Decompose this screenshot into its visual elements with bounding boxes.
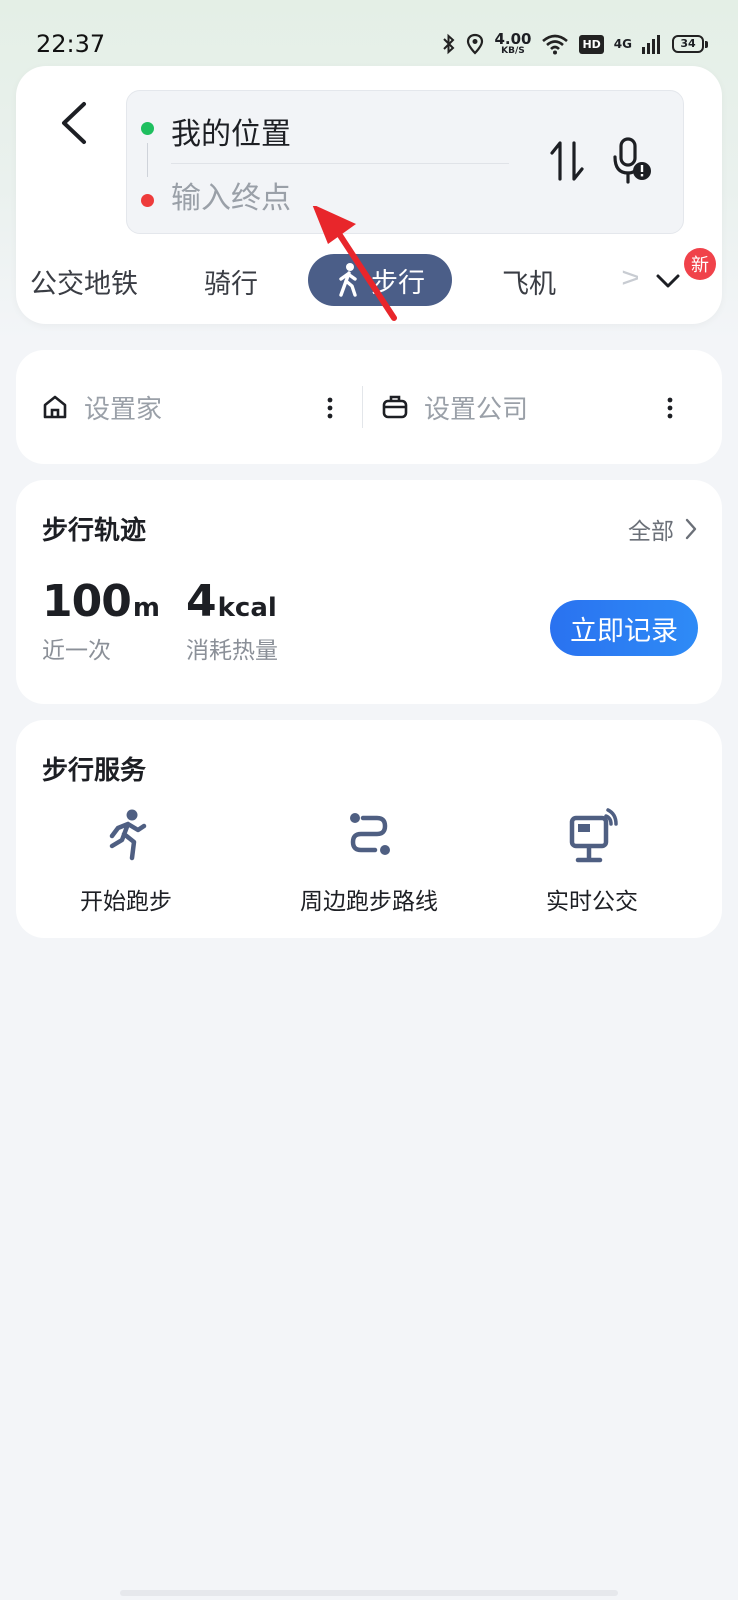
walking-icon — [339, 263, 357, 297]
tab-more-partial[interactable]: > — [620, 262, 638, 293]
tab-plane[interactable]: 飞机 — [502, 262, 556, 301]
places-divider — [362, 386, 363, 428]
service-nearby-routes[interactable]: 周边跑步路线 — [259, 806, 479, 916]
bus-station-icon — [569, 808, 618, 863]
battery-indicator: 34 — [672, 35, 708, 53]
set-home-button[interactable]: 设置家 — [42, 390, 163, 425]
record-now-button[interactable]: 立即记录 — [550, 600, 698, 656]
destination-dot — [141, 194, 154, 207]
status-time: 22:37 — [36, 30, 106, 58]
home-indicator[interactable] — [120, 1590, 618, 1596]
set-home-label: 设置家 — [84, 394, 163, 425]
status-icons: 4.00 KB/S HD 4G 34 — [442, 30, 708, 58]
route-input-box: 我的位置 — [126, 90, 684, 234]
service-start-running[interactable]: 开始跑步 — [16, 806, 236, 916]
track-title: 步行轨迹 — [42, 516, 147, 546]
input-divider — [171, 163, 509, 164]
status-bar: 22:37 4.00 KB/S HD 4G 34 — [0, 0, 738, 66]
tab-walking-label: 步行 — [371, 267, 425, 299]
wifi-icon — [542, 34, 569, 55]
set-company-label: 设置公司 — [424, 394, 529, 425]
tab-cycling[interactable]: 骑行 — [204, 262, 258, 301]
track-all-link[interactable]: 全部 — [628, 512, 698, 546]
network-speed: 4.00 KB/S — [494, 30, 532, 56]
saved-places-card: 设置家 设置公司 — [16, 350, 722, 464]
chevron-right-icon — [685, 518, 697, 540]
origin-dot — [141, 122, 154, 135]
briefcase-icon — [382, 395, 408, 419]
company-more-icon[interactable] — [666, 396, 674, 420]
route-connector — [147, 143, 148, 177]
transport-mode-tabs: 公交地铁 骑行 步行 飞机 > 新 — [16, 248, 722, 308]
tab-walking[interactable]: 步行 — [308, 254, 452, 306]
route-icon — [350, 813, 390, 855]
hd-indicator: HD — [579, 34, 604, 54]
back-button[interactable] — [56, 100, 92, 146]
chevron-down-icon[interactable] — [652, 264, 684, 296]
route-card: 我的位置 公交地铁 骑行 步行 飞机 > 新 — [16, 66, 722, 324]
running-icon — [109, 809, 147, 861]
tab-transit[interactable]: 公交地铁 — [30, 262, 138, 301]
set-company-button[interactable]: 设置公司 — [382, 390, 529, 425]
service-realtime-bus[interactable]: 实时公交 — [482, 806, 702, 916]
walking-track-card: 步行轨迹 全部 100m 近一次 4kcal 消耗热量 立即记录 — [16, 480, 722, 704]
location-icon — [467, 33, 484, 55]
new-badge: 新 — [684, 248, 716, 280]
last-distance-stat: 100m 近一次 — [42, 576, 160, 664]
home-more-icon[interactable] — [326, 396, 334, 420]
services-title: 步行服务 — [42, 756, 147, 786]
origin-field[interactable]: 我的位置 — [171, 109, 291, 153]
home-icon — [43, 395, 67, 419]
walking-services-card: 步行服务 开始跑步 周边跑步路线 实时公交 — [16, 720, 722, 938]
network-type: 4G — [613, 37, 632, 51]
bluetooth-icon — [443, 33, 455, 55]
calorie-stat: 4kcal 消耗热量 — [186, 576, 278, 664]
signal-icon — [642, 35, 660, 54]
destination-input[interactable] — [171, 177, 471, 219]
swap-icon[interactable] — [547, 137, 587, 185]
voice-input-icon[interactable] — [611, 135, 655, 187]
